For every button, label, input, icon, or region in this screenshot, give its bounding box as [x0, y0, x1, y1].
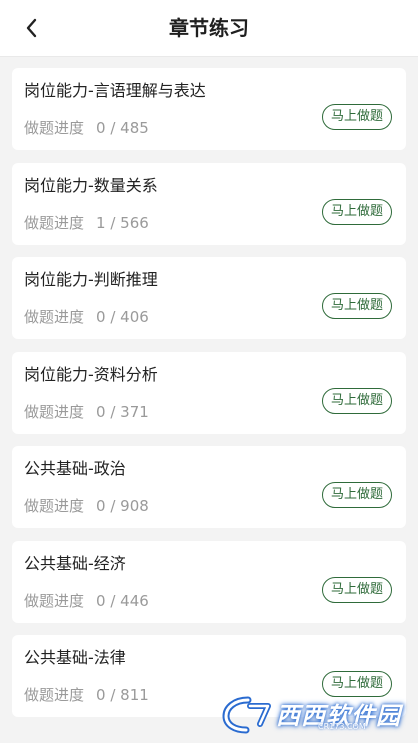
- chapter-card[interactable]: 岗位能力-言语理解与表达 做题进度 0 / 485 马上做题: [12, 68, 406, 150]
- progress-value: 0 / 811: [96, 686, 149, 704]
- chapter-title: 公共基础-法律: [24, 648, 126, 667]
- page-title: 章节练习: [169, 16, 249, 40]
- progress-label: 做题进度: [24, 591, 85, 610]
- progress-label: 做题进度: [24, 308, 85, 326]
- chapter-progress: 做题进度 0 / 811: [24, 685, 149, 705]
- progress-value: 0 / 446: [96, 591, 149, 610]
- chapter-progress: 做题进度 0 / 406: [24, 307, 149, 327]
- progress-value: 0 / 406: [96, 308, 149, 326]
- chapter-title: 岗位能力-资料分析: [24, 364, 158, 384]
- chapter-card[interactable]: 公共基础-政治 做题进度 0 / 908 马上做题: [12, 446, 406, 528]
- start-practice-button[interactable]: 马上做题: [321, 293, 392, 319]
- progress-label: 做题进度: [24, 497, 85, 515]
- start-practice-button[interactable]: 马上做题: [321, 576, 392, 603]
- chapter-title: 岗位能力-判断推理: [24, 270, 158, 289]
- chapter-progress: 做题进度 0 / 371: [24, 402, 149, 422]
- chapter-progress: 做题进度 0 / 908: [24, 496, 149, 516]
- chapter-progress: 做题进度 0 / 485: [24, 118, 149, 138]
- chapter-list: 岗位能力-言语理解与表达 做题进度 0 / 485 马上做题 岗位能力-数量关系 …: [12, 68, 406, 730]
- chapter-card[interactable]: 公共基础-经济 做题进度 0 / 446 马上做题: [12, 540, 406, 623]
- start-practice-button[interactable]: 马上做题: [321, 387, 392, 414]
- progress-value: 0 / 485: [96, 119, 149, 137]
- progress-label: 做题进度: [24, 213, 85, 232]
- top-bar: 章节练习: [0, 0, 418, 57]
- chapter-title: 岗位能力-数量关系: [24, 175, 158, 195]
- chapter-progress: 做题进度 0 / 446: [24, 591, 149, 611]
- chapter-title: 岗位能力-言语理解与表达: [24, 81, 206, 100]
- chapter-card[interactable]: 公共基础-法律 做题进度 0 / 811 马上做题: [12, 635, 406, 717]
- progress-label: 做题进度: [24, 686, 85, 704]
- chapter-card[interactable]: 岗位能力-资料分析 做题进度 0 / 371 马上做题: [12, 351, 406, 434]
- progress-value: 0 / 908: [96, 497, 149, 515]
- start-practice-button[interactable]: 马上做题: [321, 104, 392, 130]
- start-practice-button[interactable]: 马上做题: [321, 482, 392, 508]
- chapter-title: 公共基础-政治: [24, 459, 126, 478]
- chapter-title: 公共基础-经济: [24, 553, 126, 573]
- progress-value: 0 / 371: [96, 402, 149, 421]
- chapter-progress: 做题进度 1 / 566: [24, 213, 149, 233]
- chapter-card[interactable]: 岗位能力-判断推理 做题进度 0 / 406 马上做题: [12, 257, 406, 339]
- progress-label: 做题进度: [24, 119, 85, 137]
- start-practice-button[interactable]: 马上做题: [321, 198, 392, 225]
- start-practice-button[interactable]: 马上做题: [321, 671, 392, 697]
- chapter-card[interactable]: 岗位能力-数量关系 做题进度 1 / 566 马上做题: [12, 162, 406, 245]
- progress-label: 做题进度: [24, 402, 85, 421]
- progress-value: 1 / 566: [96, 213, 149, 232]
